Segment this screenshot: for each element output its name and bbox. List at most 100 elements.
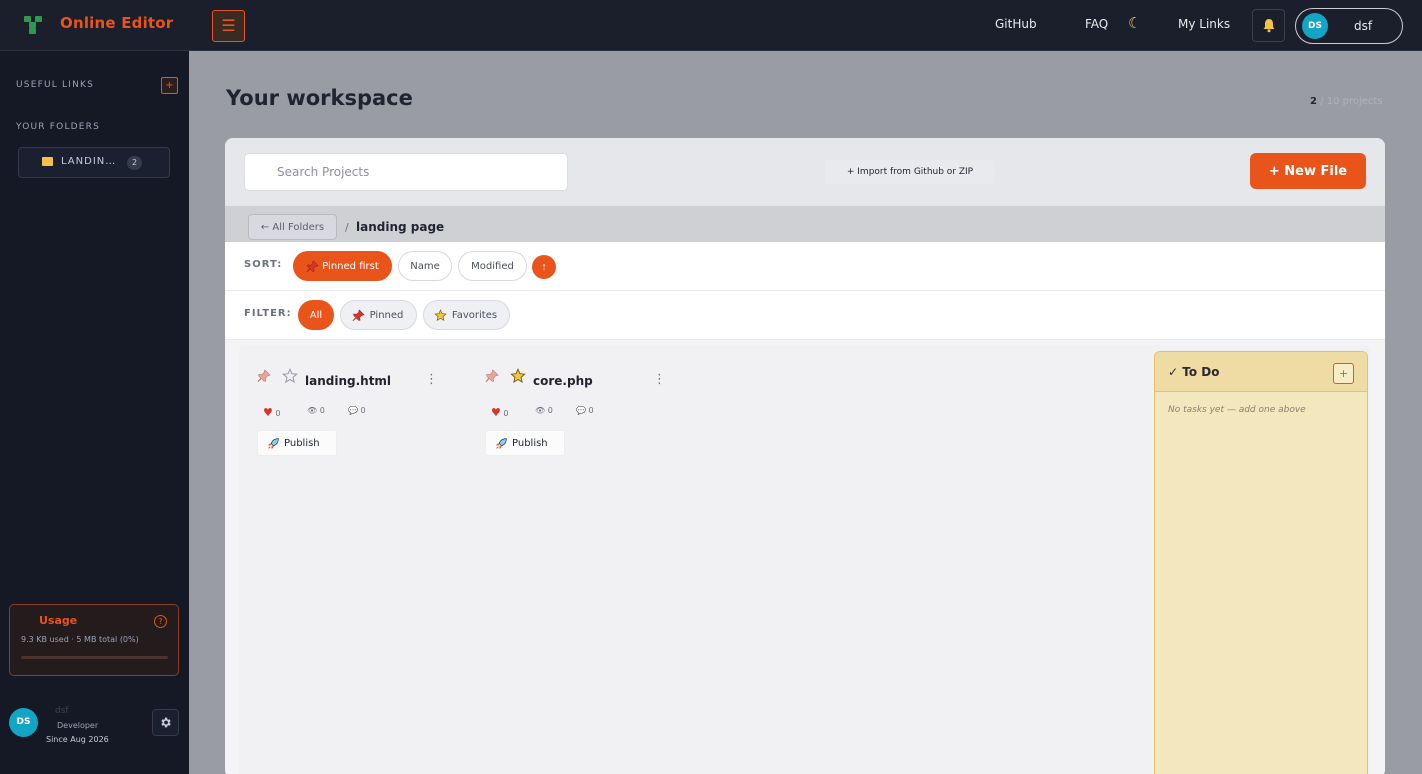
publish-button[interactable]: Publish (257, 430, 337, 456)
import-button[interactable]: + Import from Github or ZIP (825, 160, 995, 184)
sort-direction-button[interactable]: ↑ (532, 255, 556, 279)
project-name[interactable]: core.php (533, 374, 593, 388)
sidebar-user-role: Developer (57, 721, 99, 730)
project-count-suffix: / 10 projects (1320, 96, 1383, 107)
project-count: 2 / 10 projects (1310, 96, 1383, 107)
publish-label: Publish (284, 437, 320, 449)
sort-pinned-first-chip[interactable]: Pinned first (293, 251, 392, 281)
app-title: Online Editor (60, 14, 174, 32)
views-count: 0 (319, 406, 325, 415)
workspace-panel: + Import from Github or ZIP + New File ←… (225, 138, 1385, 774)
rocket-icon (268, 438, 279, 449)
new-file-button[interactable]: + New File (1250, 153, 1366, 189)
page-title: Your workspace (226, 86, 413, 110)
comments-count: 0 (588, 406, 594, 415)
gear-icon (161, 717, 171, 728)
notifications-button[interactable] (1252, 9, 1285, 42)
project-count-value: 2 (1310, 96, 1317, 107)
eye-icon: 👁 (307, 406, 318, 415)
breadcrumb: ← All Folders / landing page (225, 206, 1385, 242)
sort-name-chip[interactable]: Name (398, 251, 452, 281)
more-options-icon[interactable]: ⋮ (425, 372, 438, 387)
views-stat: 👁 0 (307, 406, 325, 415)
all-folders-button[interactable]: ← All Folders (248, 214, 337, 240)
star-outline-icon[interactable] (282, 368, 298, 384)
todo-empty-message: No tasks yet — add one above (1168, 405, 1306, 415)
github-link[interactable]: GitHub (995, 17, 1037, 31)
help-icon[interactable]: ? (154, 615, 167, 628)
avatar: DS (1302, 13, 1328, 39)
moon-icon[interactable]: ☾ (1128, 14, 1141, 32)
comments-count: 0 (360, 406, 366, 415)
comments-stat: 💬 0 (348, 406, 366, 415)
user-menu[interactable]: DS dsf (1295, 8, 1403, 44)
filter-label: FILTER: (244, 308, 292, 319)
sort-label: SORT: (244, 259, 283, 270)
sidebar: USEFUL LINKS + YOUR FOLDERS LANDIN… 2 Us… (0, 51, 189, 774)
sort-modified-chip[interactable]: Modified (458, 251, 527, 281)
likes-stat: ♥ 0 (263, 406, 281, 419)
folder-label: LANDIN… (61, 156, 117, 167)
eye-icon: 👁 (535, 406, 546, 415)
user-name: dsf (1354, 19, 1373, 33)
project-card[interactable]: core.php ⋮ ♥ 0 👁 0 💬 0 Publish (481, 363, 676, 463)
star-icon[interactable] (510, 368, 526, 384)
pin-icon[interactable] (257, 369, 271, 383)
logo-icon (24, 16, 44, 34)
useful-links-heading: USEFUL LINKS (16, 80, 95, 90)
pin-icon (352, 309, 365, 322)
search-input[interactable] (244, 153, 568, 191)
todo-header: ✓ To Do + (1155, 352, 1367, 392)
publish-button[interactable]: Publish (485, 430, 565, 456)
likes-stat: ♥ 0 (491, 406, 509, 419)
more-options-icon[interactable]: ⋮ (653, 372, 666, 387)
likes-count: 0 (503, 409, 509, 418)
sort-bar: SORT: Pinned first Name Modified ↑ (225, 242, 1385, 291)
likes-count: 0 (275, 409, 281, 418)
project-card[interactable]: landing.html ⋮ ♥ 0 👁 0 💬 0 Publish (253, 363, 448, 463)
rocket-icon (496, 438, 507, 449)
your-folders-heading: YOUR FOLDERS (16, 122, 101, 132)
avatar: DS (9, 708, 38, 737)
add-link-button[interactable]: + (161, 77, 178, 94)
usage-text: 9.3 KB used · 5 MB total (0%) (21, 635, 139, 644)
filter-bar: FILTER: All Pinned Favorites (225, 291, 1385, 340)
settings-button[interactable] (152, 709, 179, 736)
toolbar: + Import from Github or ZIP + New File (225, 138, 1385, 206)
menu-toggle-button[interactable]: ☰ (212, 10, 245, 42)
heart-icon: ♥ (263, 406, 273, 419)
heart-icon: ♥ (491, 406, 501, 419)
folder-count-badge: 2 (127, 156, 142, 170)
sort-option-label: Pinned first (322, 260, 379, 272)
project-name[interactable]: landing.html (305, 374, 391, 388)
breadcrumb-separator: / (345, 221, 349, 234)
publish-label: Publish (512, 437, 548, 449)
views-stat: 👁 0 (535, 406, 553, 415)
comment-icon: 💬 (348, 406, 358, 415)
todo-title: ✓ To Do (1168, 365, 1220, 379)
pin-icon (306, 260, 319, 273)
breadcrumb-current: landing page (356, 220, 445, 234)
pin-icon[interactable] (485, 369, 499, 383)
comments-stat: 💬 0 (576, 406, 594, 415)
filter-pinned-chip[interactable]: Pinned (340, 300, 417, 330)
views-count: 0 (547, 406, 553, 415)
usage-panel: Usage ? 9.3 KB used · 5 MB total (0%) (9, 604, 179, 676)
filter-option-label: Favorites (451, 309, 498, 321)
faq-link[interactable]: FAQ (1085, 17, 1108, 31)
add-task-button[interactable]: + (1333, 363, 1354, 384)
filter-option-label: Pinned (369, 309, 404, 321)
bell-icon (1263, 19, 1275, 33)
comment-icon: 💬 (576, 406, 586, 415)
my-links-link[interactable]: My Links (1178, 17, 1230, 31)
hamburger-icon: ☰ (221, 16, 236, 35)
todo-panel: ✓ To Do + No tasks yet — add one above (1154, 351, 1368, 774)
sidebar-user-since: Since Aug 2026 (46, 735, 109, 744)
sidebar-folder-landing[interactable]: LANDIN… 2 (18, 147, 170, 178)
top-bar: Online Editor ☰ GitHub FAQ ☾ My Links DS… (0, 0, 1422, 51)
folder-icon (42, 157, 53, 166)
filter-all-chip[interactable]: All (298, 300, 334, 330)
usage-title: Usage (39, 614, 78, 627)
usage-progress-bar (21, 656, 168, 659)
filter-favorites-chip[interactable]: Favorites (423, 300, 510, 330)
